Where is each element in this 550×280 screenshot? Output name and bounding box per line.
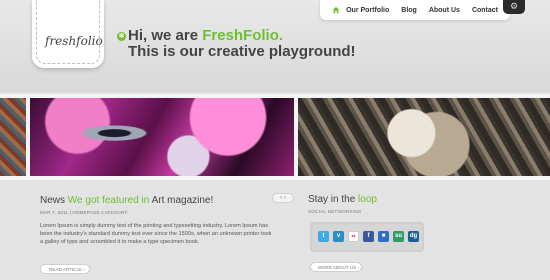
- logo-badge-icon: ✱: [117, 32, 126, 41]
- facebook-icon[interactable]: f: [363, 231, 374, 242]
- news-title-accent: We got featured in: [67, 195, 152, 206]
- more-about-label: MORE ABOUT US: [318, 265, 357, 270]
- chevron-right-icon: ›: [83, 267, 85, 272]
- nav-item-portfolio[interactable]: Our Portfolio: [346, 7, 389, 14]
- logo[interactable]: freshfolio ✱: [32, 0, 126, 68]
- stumbleupon-icon[interactable]: su: [393, 231, 404, 242]
- read-article-button[interactable]: READ ARTICLE ›: [40, 264, 90, 274]
- logo-text: freshfolio: [45, 34, 103, 48]
- social-title-accent: loop: [358, 194, 377, 205]
- nav-item-blog[interactable]: Blog: [401, 7, 417, 14]
- chevron-right-icon: ›: [357, 265, 360, 270]
- vimeo-icon[interactable]: v: [333, 231, 344, 242]
- gear-icon[interactable]: ⚙: [503, 0, 525, 14]
- social-icons-box: t v •• f ■ su dg: [310, 222, 424, 252]
- home-icon[interactable]: [332, 6, 340, 14]
- nav-item-about[interactable]: About Us: [429, 7, 460, 14]
- news-body: Lorem Ipsum is simply dummy text of the …: [40, 223, 272, 245]
- slide-image-previous[interactable]: [0, 98, 26, 176]
- page-headline: Hi, we are FreshFolio. This is our creat…: [128, 28, 356, 60]
- headline-line2: This is our creative playground!: [128, 43, 356, 60]
- headline-intro: Hi, we are: [128, 27, 203, 44]
- twitter-icon[interactable]: t: [318, 231, 329, 242]
- social-label: SOCIAL NETWORKING: [308, 209, 362, 214]
- header: freshfolio ✱ Our Portfolio Blog About Us…: [0, 0, 550, 92]
- news-meta: MAR 7, 2011 | HOMEPAGE CATEGORY: [40, 210, 128, 215]
- flickr-icon[interactable]: ••: [348, 231, 359, 242]
- slide-image-current[interactable]: [30, 98, 294, 176]
- nav-item-contact[interactable]: Contact: [472, 7, 498, 14]
- slide-image-next[interactable]: [298, 98, 550, 176]
- main-nav: Our Portfolio Blog About Us Contact: [320, 0, 510, 20]
- news-title-end: Art magazine!: [151, 195, 214, 206]
- more-about-button[interactable]: MORE ABOUT US ›: [310, 262, 362, 272]
- headline-brand: FreshFolio.: [202, 27, 284, 44]
- news-title-prefix: News: [40, 195, 68, 206]
- read-article-label: READ ARTICLE: [49, 267, 83, 272]
- social-title-prefix: Stay in the: [308, 194, 359, 205]
- image-slider[interactable]: [0, 94, 550, 180]
- news-title[interactable]: News We got featured in Art magazine!: [40, 195, 213, 206]
- slider-nav-arrows[interactable]: ‹ ›: [272, 193, 294, 203]
- delicious-icon[interactable]: ■: [378, 231, 389, 242]
- digg-icon[interactable]: dg: [408, 231, 419, 242]
- social-title: Stay in the loop: [308, 194, 377, 205]
- content-area: News We got featured in Art magazine! MA…: [0, 182, 550, 280]
